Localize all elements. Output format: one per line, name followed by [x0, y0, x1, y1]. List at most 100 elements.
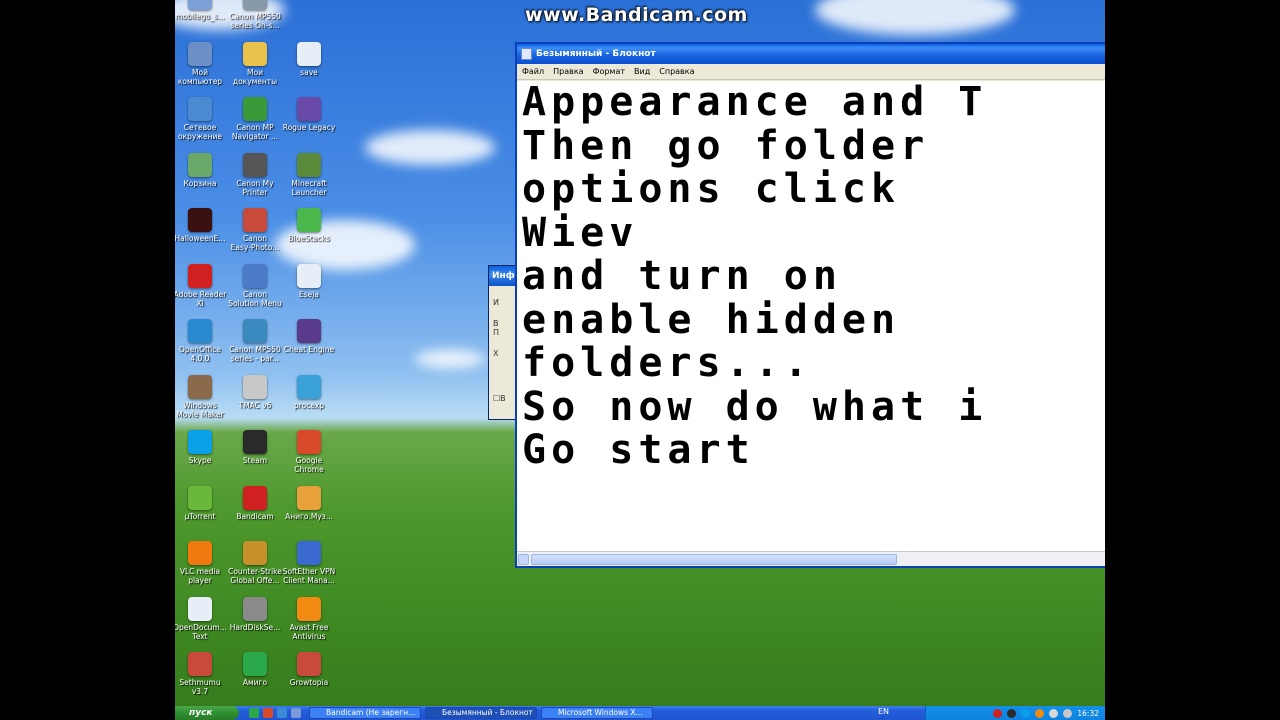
desktop-icon-label: Canon My Printer: [236, 178, 274, 197]
desktop-icon-label: Growtopia: [289, 678, 329, 687]
desktop-icon-label: Canon MP Navigator ...: [231, 123, 279, 141]
notepad-window[interactable]: Безымянный - Блокнот Файл Правка Формат …: [515, 42, 1105, 568]
tray-steam-icon[interactable]: [1007, 708, 1017, 718]
openoffice-icon: [188, 319, 212, 343]
document-icon: [297, 41, 321, 66]
desktop-icon[interactable]: Canon My Printer: [227, 152, 283, 197]
desktop-icon[interactable]: Мои документы: [227, 41, 283, 86]
menu-format[interactable]: Формат: [593, 67, 625, 76]
desktop-icon[interactable]: SoftEther VPN Client Mana...: [281, 541, 337, 585]
desktop-icon[interactable]: µTorrent: [175, 485, 228, 521]
quicklaunch-amigo-icon[interactable]: [249, 708, 259, 718]
cloud: [365, 130, 495, 165]
desktop-icon-label: Мой компьютер: [177, 67, 223, 86]
scrollbar-thumb[interactable]: [531, 554, 897, 565]
desktop-icon[interactable]: Canon MP Navigator ...: [227, 97, 283, 141]
quicklaunch-ie-icon[interactable]: [277, 708, 287, 718]
tray-bandicam-icon[interactable]: [993, 708, 1003, 718]
language-indicator[interactable]: EN: [878, 707, 889, 716]
movie-maker-icon: [188, 374, 212, 399]
horizontal-scrollbar[interactable]: [517, 551, 1105, 566]
task-windows[interactable]: Microsoft Windows X...: [541, 707, 653, 719]
menu-view[interactable]: Вид: [634, 67, 650, 76]
menu-edit[interactable]: Правка: [553, 67, 583, 76]
desktop-icon-label: Амиго: [242, 678, 268, 687]
desktop-icon[interactable]: save: [281, 41, 337, 77]
desktop-icon[interactable]: BlueStacks: [281, 208, 337, 243]
notepad-titlebar[interactable]: Безымянный - Блокнот: [517, 44, 1105, 64]
desktop-icon[interactable]: Eseja: [281, 263, 337, 299]
clock[interactable]: 16:32: [1077, 709, 1099, 718]
vlc-icon: [188, 541, 212, 565]
task-notepad[interactable]: Безымянный - Блокнот: [425, 707, 537, 719]
canon-solution-icon: [243, 263, 267, 288]
desktop-icon[interactable]: Canon MP550 series On-s...: [227, 0, 283, 30]
desktop-icon[interactable]: Google Chrome: [281, 430, 337, 474]
desktop-icon[interactable]: Аниго.Муз...: [281, 485, 337, 521]
desktop-icon[interactable]: Sethmumu v3.7: [175, 652, 228, 696]
desktop-icon[interactable]: OpenOffice 4.0.0: [175, 319, 228, 363]
desktop-icon-label: procexp: [293, 400, 325, 410]
menu-help[interactable]: Справка: [659, 67, 694, 76]
taskbar: пуск Bandicam (Не зарегн... Безымянный -…: [175, 706, 1105, 720]
desktop-icon[interactable]: Minecraft Launcher: [281, 152, 337, 197]
desktop-icon[interactable]: Avast Free Antivirus: [281, 596, 337, 641]
desktop-icon[interactable]: Корзина: [175, 152, 228, 188]
desktop-icon-label: BlueStacks: [288, 234, 330, 243]
desktop-icon[interactable]: Counter-Strike Global Offe...: [227, 541, 283, 585]
desktop-icon[interactable]: Skype: [175, 430, 228, 465]
desktop-icon[interactable]: Мой компьютер: [175, 41, 228, 86]
tray-skype-icon[interactable]: [1021, 708, 1031, 718]
system-tray: 16:32: [925, 706, 1105, 720]
desktop-icon[interactable]: Canon Solution Menu: [227, 263, 283, 308]
opendocument-icon: [188, 596, 212, 621]
desktop-icon[interactable]: Амиго: [227, 652, 283, 687]
desktop-icon[interactable]: Adobe Reader XI: [175, 263, 228, 308]
desktop-icon[interactable]: Canon MP550 series - par...: [227, 319, 283, 363]
start-button[interactable]: пуск: [175, 706, 239, 720]
notepad-icon: [521, 48, 532, 60]
desktop-icon[interactable]: Steam: [227, 430, 283, 465]
desktop-icon[interactable]: Growtopia: [281, 652, 337, 687]
desktop-icon[interactable]: mobilego_s...: [175, 0, 228, 21]
desktop-icon[interactable]: Bandicam: [227, 485, 283, 521]
text-line: Then go folder: [522, 122, 930, 169]
menu-file[interactable]: Файл: [522, 67, 544, 76]
amigo-icon: [243, 652, 267, 676]
tray-network-icon[interactable]: [1049, 708, 1059, 718]
desktop-icon[interactable]: HalloweenE...: [175, 208, 228, 243]
amigo-music-icon: [297, 485, 321, 510]
recycle-bin-icon: [188, 152, 212, 177]
text-line: options click: [522, 166, 901, 212]
minecraft-icon: [297, 152, 321, 177]
desktop-icon[interactable]: Сетевое окружение: [175, 97, 228, 141]
quicklaunch-chrome-icon[interactable]: [263, 708, 273, 718]
desktop-icon[interactable]: VLC media player: [175, 541, 228, 585]
network-icon: [188, 97, 212, 121]
cheat-engine-icon: [297, 319, 321, 343]
desktop-icon[interactable]: HardDiskSe...: [227, 596, 283, 632]
desktop-icon-label: HardDiskSe...: [229, 622, 281, 632]
bandicam-icon: [243, 485, 267, 510]
sethmumu-icon: [188, 652, 212, 676]
text-line: Appearance and T: [522, 81, 988, 125]
tray-volume-icon[interactable]: [1063, 708, 1073, 718]
halloween-icon: [188, 208, 212, 232]
desktop-icon-label: Cheat Engine: [283, 345, 335, 354]
desktop-icon[interactable]: Cheat Engine: [281, 319, 337, 354]
desktop-icon-label: Сетевое окружение: [177, 123, 223, 141]
tray-avast-icon[interactable]: [1035, 708, 1045, 718]
desktop-icon[interactable]: Windows Movie Maker: [175, 374, 228, 419]
desktop-icon[interactable]: Canon Easy-Photo...: [227, 208, 283, 252]
desktop-icon[interactable]: OpenDocum... Text: [175, 596, 228, 641]
desktop-icon-label: save: [300, 67, 318, 77]
growtopia-icon: [297, 652, 321, 676]
task-bandicam[interactable]: Bandicam (Не зарегн...: [309, 707, 421, 719]
scroll-left-arrow-icon[interactable]: [518, 554, 529, 565]
desktop-icon[interactable]: procexp: [281, 374, 337, 410]
desktop-icon-label: Canon Easy-Photo...: [230, 234, 280, 252]
desktop-icon[interactable]: TMAC v6: [227, 374, 283, 410]
notepad-text-area[interactable]: Appearance and T Then go folder options …: [517, 81, 1105, 551]
desktop-icon[interactable]: Rogue Legacy: [281, 97, 337, 132]
quicklaunch-desktop-icon[interactable]: [291, 708, 301, 718]
